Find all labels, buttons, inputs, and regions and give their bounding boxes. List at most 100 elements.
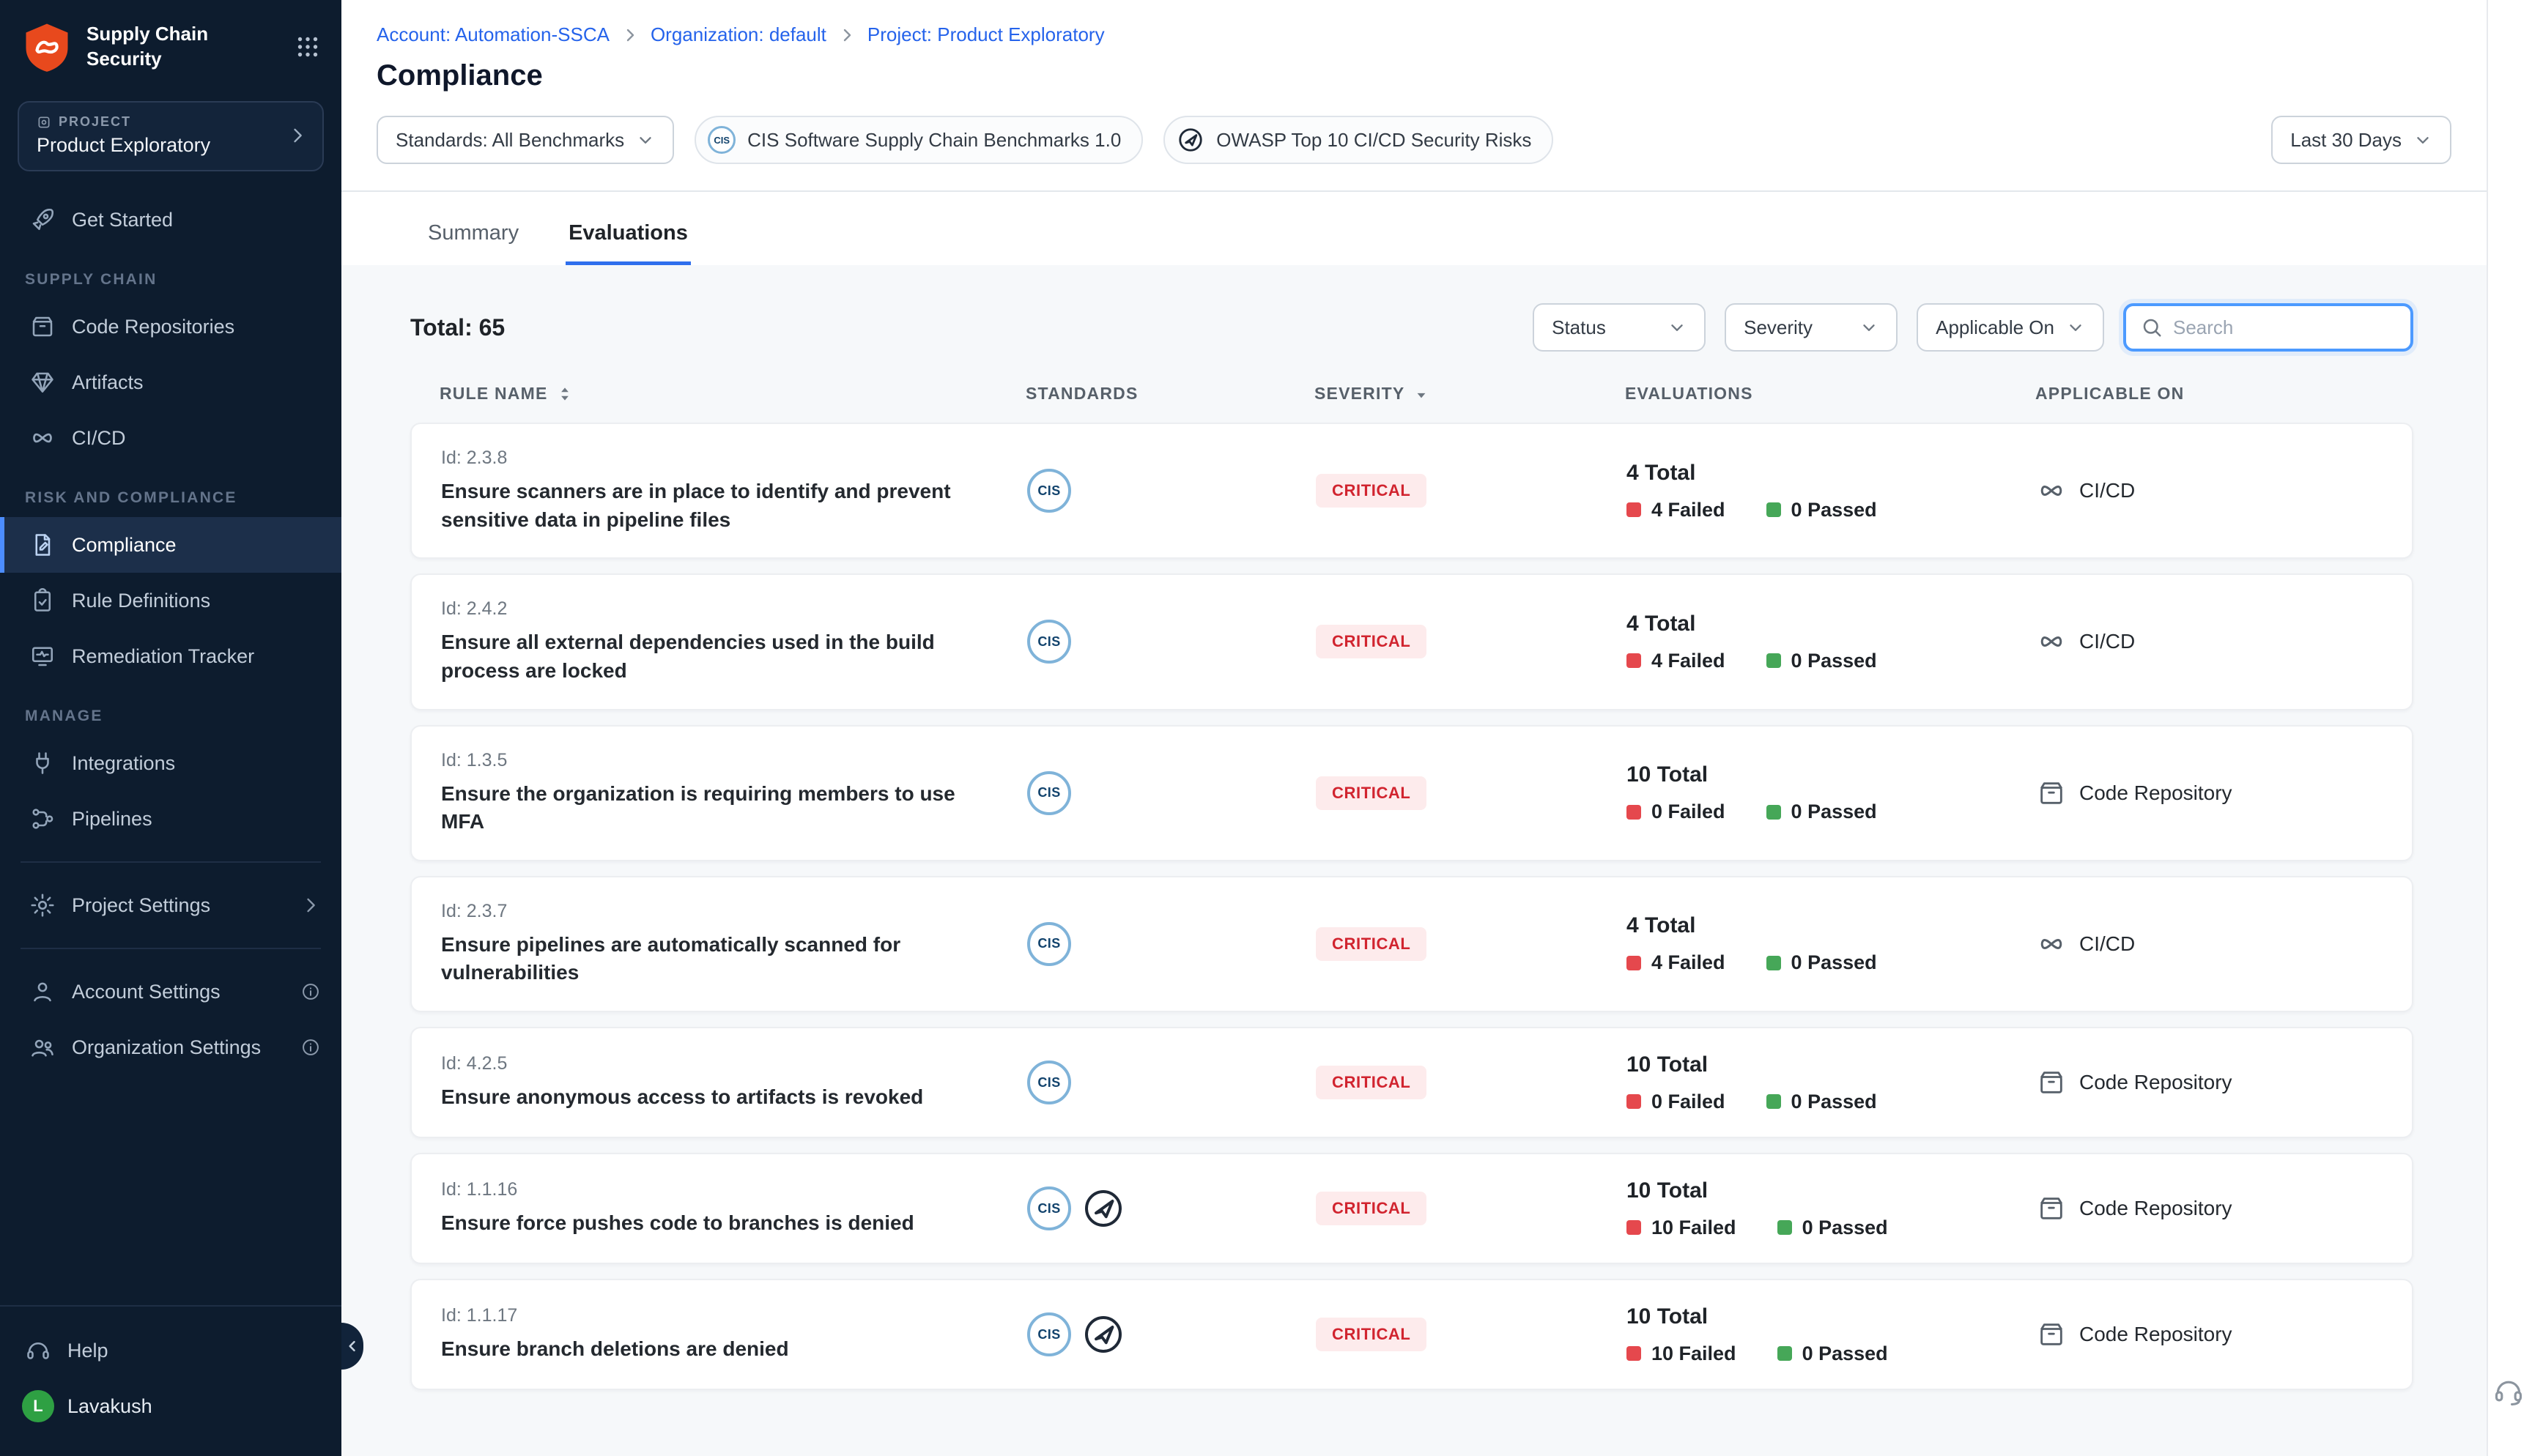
rule-name: Ensure scanners are in place to identify…: [441, 478, 957, 534]
sidebar-item-label: Compliance: [72, 534, 177, 557]
search-input[interactable]: [2173, 316, 2396, 339]
rule-name: Ensure anonymous access to artifacts is …: [441, 1083, 957, 1112]
page-header: Account: Automation-SSCA Organization: d…: [341, 0, 2487, 92]
severity-filter-dropdown[interactable]: Severity: [1725, 303, 1898, 352]
gear-icon: [29, 892, 56, 918]
right-gutter: [2488, 0, 2532, 1456]
project-selector[interactable]: PROJECT Product Exploratory: [18, 101, 324, 171]
evaluations-cell: 10 Total 0 Failed 0 Passed: [1626, 1052, 2037, 1113]
project-label: PROJECT: [37, 114, 210, 130]
sidebar-item-compliance[interactable]: Compliance: [0, 517, 341, 573]
eval-total: 4 Total: [1626, 461, 2037, 486]
rule-cell: Id: 1.1.16 Ensure force pushes code to b…: [441, 1179, 1027, 1238]
passed-square-icon: [1777, 1346, 1792, 1361]
sidebar-item-organization-settings[interactable]: Organization Settings: [0, 1019, 341, 1075]
cis-standard-icon: CIS: [1027, 1312, 1071, 1356]
failed-square-icon: [1626, 1220, 1641, 1235]
evaluations-cell: 10 Total 10 Failed 0 Passed: [1626, 1304, 2037, 1365]
sidebar-item-code-repositories[interactable]: Code Repositories: [0, 299, 341, 354]
sidebar-item-project-settings[interactable]: Project Settings: [0, 877, 341, 933]
evaluations-cell: 4 Total 4 Failed 0 Passed: [1626, 913, 2037, 974]
standards-cell: CIS: [1027, 922, 1316, 966]
column-applicable-on: APPLICABLE ON: [2035, 384, 2384, 404]
evaluations-cell: 4 Total 4 Failed 0 Passed: [1626, 461, 2037, 521]
filter-bar: Standards: All Benchmarks CIS CIS Softwa…: [341, 92, 2487, 192]
tab-bar: Summary Evaluations: [341, 192, 2487, 265]
sidebar-item-label: Account Settings: [72, 981, 221, 1003]
tab-summary[interactable]: Summary: [425, 215, 522, 265]
sidebar-footer: Help L Lavakush: [0, 1305, 341, 1456]
breadcrumb-project-link[interactable]: Project: Product Exploratory: [867, 23, 1105, 46]
applicable-on-filter-dropdown[interactable]: Applicable On: [1917, 303, 2104, 352]
severity-cell: CRITICAL: [1316, 1318, 1626, 1351]
column-rule-name[interactable]: RULE NAME: [440, 384, 1026, 404]
section-risk-compliance: RISK AND COMPLIANCE: [0, 466, 341, 517]
breadcrumb-organization-link[interactable]: Organization: default: [651, 23, 826, 46]
rule-cell: Id: 2.3.8 Ensure scanners are in place t…: [441, 447, 1027, 534]
severity-cell: CRITICAL: [1316, 625, 1626, 658]
table-row[interactable]: Id: 1.1.17 Ensure branch deletions are d…: [410, 1279, 2413, 1390]
cis-standard-icon: CIS: [1027, 620, 1071, 664]
sidebar-item-remediation-tracker[interactable]: Remediation Tracker: [0, 628, 341, 684]
standards-dropdown[interactable]: Standards: All Benchmarks: [377, 116, 674, 164]
severity-cell: CRITICAL: [1316, 1192, 1626, 1225]
failed-stat: 4 Failed: [1626, 951, 1725, 974]
table-row[interactable]: Id: 2.4.2 Ensure all external dependenci…: [410, 573, 2413, 710]
eval-total: 10 Total: [1626, 1178, 2037, 1203]
chevron-down-icon: [1667, 318, 1687, 337]
tab-evaluations[interactable]: Evaluations: [566, 215, 691, 265]
chip-owasp-top10[interactable]: OWASP Top 10 CI/CD Security Risks: [1163, 116, 1553, 164]
cis-standard-icon: CIS: [1027, 1061, 1071, 1104]
user-menu[interactable]: L Lavakush: [0, 1377, 341, 1435]
sort-icon: [555, 385, 574, 404]
pipeline-branch-icon: [29, 806, 56, 832]
sidebar-item-cicd[interactable]: CI/CD: [0, 410, 341, 466]
table-row[interactable]: Id: 4.2.5 Ensure anonymous access to art…: [410, 1027, 2413, 1138]
help-button[interactable]: Help: [0, 1324, 341, 1377]
sidebar-item-artifacts[interactable]: Artifacts: [0, 354, 341, 410]
table-row[interactable]: Id: 1.1.16 Ensure force pushes code to b…: [410, 1153, 2413, 1264]
passed-stat: 0 Passed: [1766, 499, 1877, 521]
chip-cis-benchmark[interactable]: CIS CIS Software Supply Chain Benchmarks…: [695, 116, 1143, 164]
support-headset-button[interactable]: [2492, 1375, 2525, 1408]
sidebar-item-label: Remediation Tracker: [72, 645, 254, 668]
sidebar-item-integrations[interactable]: Integrations: [0, 735, 341, 791]
sidebar-item-pipelines[interactable]: Pipelines: [0, 791, 341, 847]
eval-total: 10 Total: [1626, 762, 2037, 787]
eval-total: 10 Total: [1626, 1304, 2037, 1329]
table-row[interactable]: Id: 1.3.5 Ensure the organization is req…: [410, 725, 2413, 861]
rule-cell: Id: 1.3.5 Ensure the organization is req…: [441, 750, 1027, 836]
column-severity[interactable]: SEVERITY: [1314, 384, 1625, 404]
table-toolbar: Total: 65 Status Severity: [410, 303, 2413, 352]
table-row[interactable]: Id: 2.3.8 Ensure scanners are in place t…: [410, 423, 2413, 559]
sidebar-item-label: Organization Settings: [72, 1036, 261, 1059]
date-range-dropdown[interactable]: Last 30 Days: [2271, 116, 2451, 164]
code-repository-icon: [2037, 1194, 2066, 1223]
sidebar-item-account-settings[interactable]: Account Settings: [0, 964, 341, 1019]
sidebar: Supply Chain Security PROJECT Product Ex…: [0, 0, 341, 1456]
severity-cell: CRITICAL: [1316, 1066, 1626, 1099]
standards-cell: CIS: [1027, 1312, 1316, 1356]
severity-badge: CRITICAL: [1316, 1192, 1426, 1225]
breadcrumb-account-link[interactable]: Account: Automation-SSCA: [377, 23, 610, 46]
failed-stat: 4 Failed: [1626, 499, 1725, 521]
apps-grid-icon[interactable]: [295, 34, 321, 60]
brand-row: Supply Chain Security: [0, 0, 341, 92]
sidebar-item-rule-definitions[interactable]: Rule Definitions: [0, 573, 341, 628]
failed-square-icon: [1626, 502, 1641, 517]
severity-cell: CRITICAL: [1316, 474, 1626, 508]
chevron-right-icon: [300, 895, 321, 915]
table-row[interactable]: Id: 2.3.7 Ensure pipelines are automatic…: [410, 876, 2413, 1012]
failed-stat: 0 Failed: [1626, 1091, 1725, 1113]
status-filter-dropdown[interactable]: Status: [1533, 303, 1706, 352]
cis-standard-icon: CIS: [1027, 922, 1071, 966]
sidebar-item-label: Integrations: [72, 752, 175, 775]
avatar: L: [22, 1390, 54, 1422]
rule-id: Id: 2.4.2: [441, 598, 1027, 620]
standards-cell: CIS: [1027, 1061, 1316, 1104]
passed-stat: 0 Passed: [1766, 1091, 1877, 1113]
applicable-on-cell: CI/CD: [2037, 929, 2383, 959]
user-icon: [29, 978, 56, 1005]
sidebar-item-get-started[interactable]: Get Started: [0, 192, 341, 248]
severity-badge: CRITICAL: [1316, 1318, 1426, 1351]
